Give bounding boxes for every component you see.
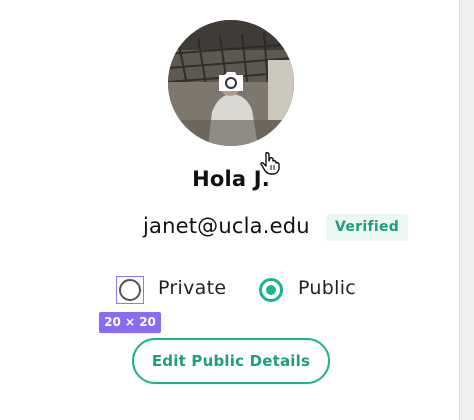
inspector-size-badge: 20 × 20 bbox=[99, 312, 161, 333]
private-radio[interactable] bbox=[119, 279, 141, 301]
profile-email: janet@ucla.edu bbox=[143, 214, 310, 238]
private-radio-label[interactable]: Private bbox=[158, 277, 226, 299]
camera-icon[interactable] bbox=[217, 69, 245, 93]
public-radio-dot bbox=[266, 285, 276, 295]
public-radio[interactable] bbox=[259, 278, 283, 302]
profile-name: Hola J. bbox=[192, 167, 270, 191]
verified-badge: Verified bbox=[326, 214, 409, 241]
edit-public-details-button[interactable]: Edit Public Details bbox=[132, 338, 330, 384]
public-radio-label[interactable]: Public bbox=[298, 277, 356, 299]
right-side-strip bbox=[459, 0, 474, 420]
